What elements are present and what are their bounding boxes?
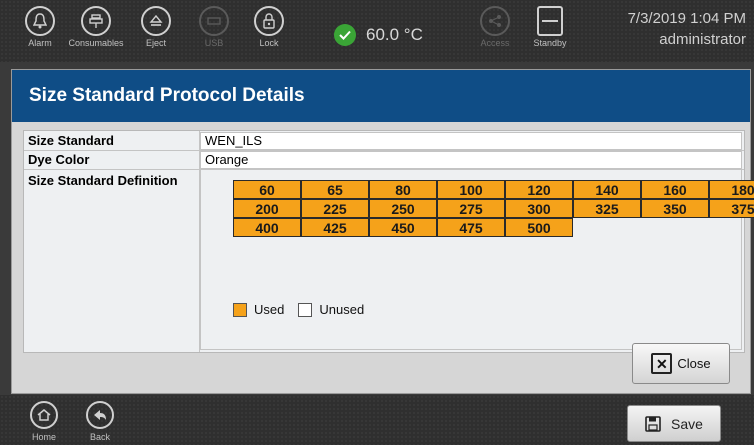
size-cell: 450 [369,218,437,237]
lock-button[interactable]: Lock [241,6,297,48]
temperature-status: 60.0 °C [334,24,423,46]
size-cell: 275 [437,199,505,218]
checkmark-icon [334,24,356,46]
back-button[interactable]: Back [80,401,120,442]
lock-icon [254,6,284,36]
home-button[interactable]: Home [24,401,64,442]
standby-button[interactable]: Standby [522,6,578,48]
save-icon [645,415,661,432]
legend: Used Unused [233,302,364,317]
usb-label: USB [204,38,224,48]
size-cell: 400 [233,218,301,237]
size-cell: 120 [505,180,573,199]
lock-label: Lock [259,38,279,48]
size-cell: 325 [573,199,641,218]
size-cell: 180 [709,180,754,199]
home-icon [30,401,58,429]
temperature-value: 60.0 °C [366,25,423,44]
definition-label: Size Standard Definition [28,173,178,188]
size-cell: 475 [437,218,505,237]
details-panel: Size Standard WEN_ILS Dye Color Orange S… [23,130,754,353]
alarm-label: Alarm [28,38,52,48]
size-standard-value: WEN_ILS [200,132,742,150]
access-button[interactable]: Access [467,6,523,48]
dye-color-label: Dye Color [28,152,90,167]
access-label: Access [480,38,510,48]
size-cell: 425 [301,218,369,237]
used-legend-label: Used [254,302,285,317]
size-cell: 140 [573,180,641,199]
size-standard-dialog: Size Standard Protocol Details Size Stan… [11,69,754,394]
size-cell: 60 [233,180,301,199]
top-toolbar: Alarm Consumables Eject USB Lock 60.0 °C [0,0,754,62]
alarm-button[interactable]: Alarm [12,6,68,48]
back-label: Back [89,432,110,442]
unused-legend-label: Unused [319,302,365,317]
size-cell: 300 [505,199,573,218]
dye-color-value: Orange [200,151,742,169]
dialog-title: Size Standard Protocol Details [12,70,750,122]
close-label: Close [677,356,711,371]
save-label: Save [671,415,703,432]
size-standard-row: Size Standard WEN_ILS [24,132,744,150]
eject-label: Eject [145,38,166,48]
used-swatch [233,302,247,317]
size-cell: 350 [641,199,709,218]
eject-icon [141,6,171,36]
size-cell: 250 [369,199,437,218]
size-definition-box: 60 65 80 100 120 140 160 180 200 225 250 275 300 325 3… [200,169,754,350]
usb-icon [199,6,229,36]
usb-button[interactable]: USB [186,6,242,48]
save-button[interactable]: Save [627,405,721,442]
datetime: 7/3/2019 1:04 PM [627,10,746,27]
datetime-user: 7/3/2019 1:04 PM administrator [628,8,746,50]
home-label: Home [31,432,56,442]
size-cell: 65 [301,180,369,199]
standby-icon [537,6,563,36]
size-cell: 375 [709,199,754,218]
unused-swatch [298,302,313,317]
username: administrator [659,31,746,48]
size-cell: 500 [505,218,573,237]
bell-icon [25,6,55,36]
close-icon: ✕ [651,353,673,374]
share-icon [480,6,510,36]
dye-color-row: Dye Color Orange [24,151,744,169]
size-cell: 200 [233,199,301,218]
size-cell: 100 [437,180,505,199]
eject-button[interactable]: Eject [128,6,184,48]
consumables-button[interactable]: Consumables [64,6,128,48]
back-icon [86,401,114,429]
bottom-toolbar: Home Back Save [0,395,754,445]
consumables-icon [81,6,111,36]
close-button[interactable]: ✕ Close [632,343,730,384]
consumables-label: Consumables [68,38,124,48]
size-standard-label: Size Standard [28,133,114,148]
standby-label: Standby [533,38,567,48]
size-cell: 225 [301,199,369,218]
size-cell: 80 [369,180,437,199]
size-cell: 160 [641,180,709,199]
